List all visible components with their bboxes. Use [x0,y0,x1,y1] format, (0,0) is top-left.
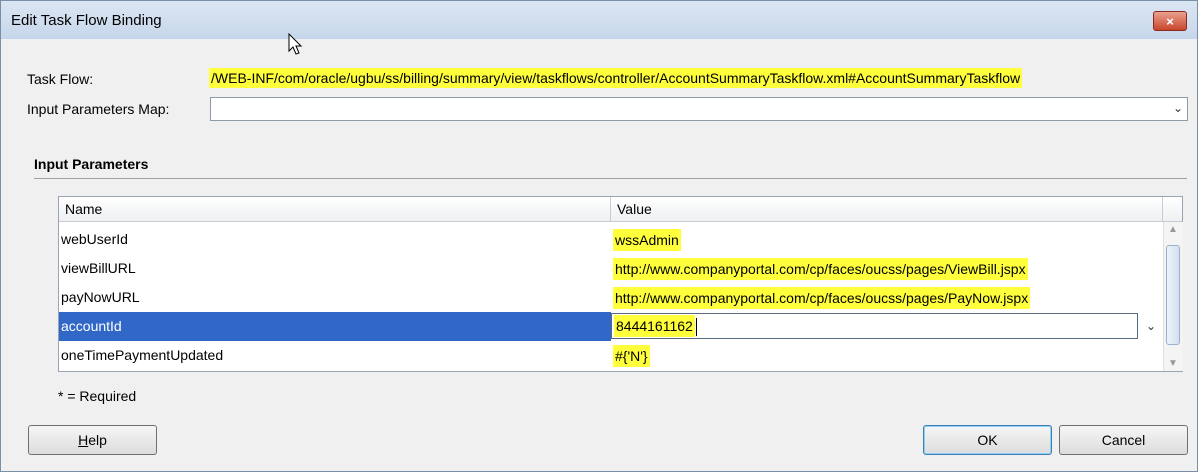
ok-label: OK [977,432,998,448]
param-value-text: wssAdmin [613,229,681,251]
chevron-down-icon[interactable]: ⌄ [1139,313,1163,339]
help-mnemonic: H [78,432,89,448]
vertical-scrollbar[interactable]: ▲ ▼ [1163,222,1183,371]
header-corner [1163,197,1182,222]
param-name-cell[interactable]: oneTimePaymentUpdated [59,341,611,370]
input-parameters-section-title: Input Parameters [34,156,149,172]
param-name-cell[interactable]: payNowURL [59,283,611,312]
param-value-text: #{'N'} [613,345,650,367]
help-button[interactable]: Help [28,425,157,455]
scroll-up-arrow-icon[interactable]: ▲ [1168,224,1178,235]
chevron-down-icon[interactable]: ⌄ [1173,101,1183,115]
text-caret [695,318,697,337]
input-parameters-table: Name Value webUserId wssAdmin viewBillUR… [58,196,1183,372]
close-icon: × [1166,13,1174,29]
scroll-down-arrow-icon[interactable]: ▼ [1168,358,1178,369]
param-value-input[interactable]: 8444161162 [611,313,1138,339]
param-value-text: 8444161162 [614,315,695,337]
input-parameters-map-label: Input Parameters Map: [27,101,170,117]
scrollbar-thumb[interactable] [1166,245,1180,345]
dialog-title: Edit Task Flow Binding [11,12,162,29]
mouse-cursor-icon [288,33,303,55]
table-row[interactable]: oneTimePaymentUpdated #{'N'} [59,341,1163,370]
param-value-cell[interactable]: http://www.companyportal.com/cp/faces/ou… [611,283,1163,312]
column-header-value[interactable]: Value [611,197,1163,222]
param-value-cell[interactable]: #{'N'} [611,341,1163,370]
close-button[interactable]: × [1153,11,1187,31]
task-flow-label: Task Flow: [27,71,94,87]
ok-button[interactable]: OK [923,425,1052,455]
cancel-button[interactable]: Cancel [1059,425,1188,455]
help-label: elp [88,432,107,448]
param-value-text: http://www.companyportal.com/cp/faces/ou… [613,287,1031,309]
cancel-label: Cancel [1101,432,1146,448]
table-row[interactable]: payNowURL http://www.companyportal.com/c… [59,283,1163,312]
param-name-cell[interactable]: accountId [59,312,611,341]
table-row-selected[interactable]: accountId 8444161162 ⌄ [59,312,1163,341]
edit-task-flow-binding-dialog: Edit Task Flow Binding × Task Flow: /WEB… [0,0,1198,472]
table-row[interactable]: webUserId wssAdmin [59,225,1163,254]
column-header-name[interactable]: Name [59,197,611,222]
param-value-text: http://www.companyportal.com/cp/faces/ou… [613,258,1028,280]
param-value-cell[interactable]: wssAdmin [611,225,1163,254]
param-value-editor[interactable]: 8444161162 ⌄ [611,312,1163,341]
param-name-cell[interactable]: webUserId [59,225,611,254]
param-name-cell[interactable]: viewBillURL [59,254,611,283]
title-bar[interactable]: Edit Task Flow Binding × [1,1,1197,39]
required-note: * = Required [58,388,137,404]
param-value-cell[interactable]: http://www.companyportal.com/cp/faces/ou… [611,254,1163,283]
task-flow-value: /WEB-INF/com/oracle/ugbu/ss/billing/summ… [209,68,1023,88]
section-divider [34,178,1187,179]
input-parameters-map-combo[interactable]: ⌄ [210,97,1188,121]
table-row[interactable]: viewBillURL http://www.companyportal.com… [59,254,1163,283]
